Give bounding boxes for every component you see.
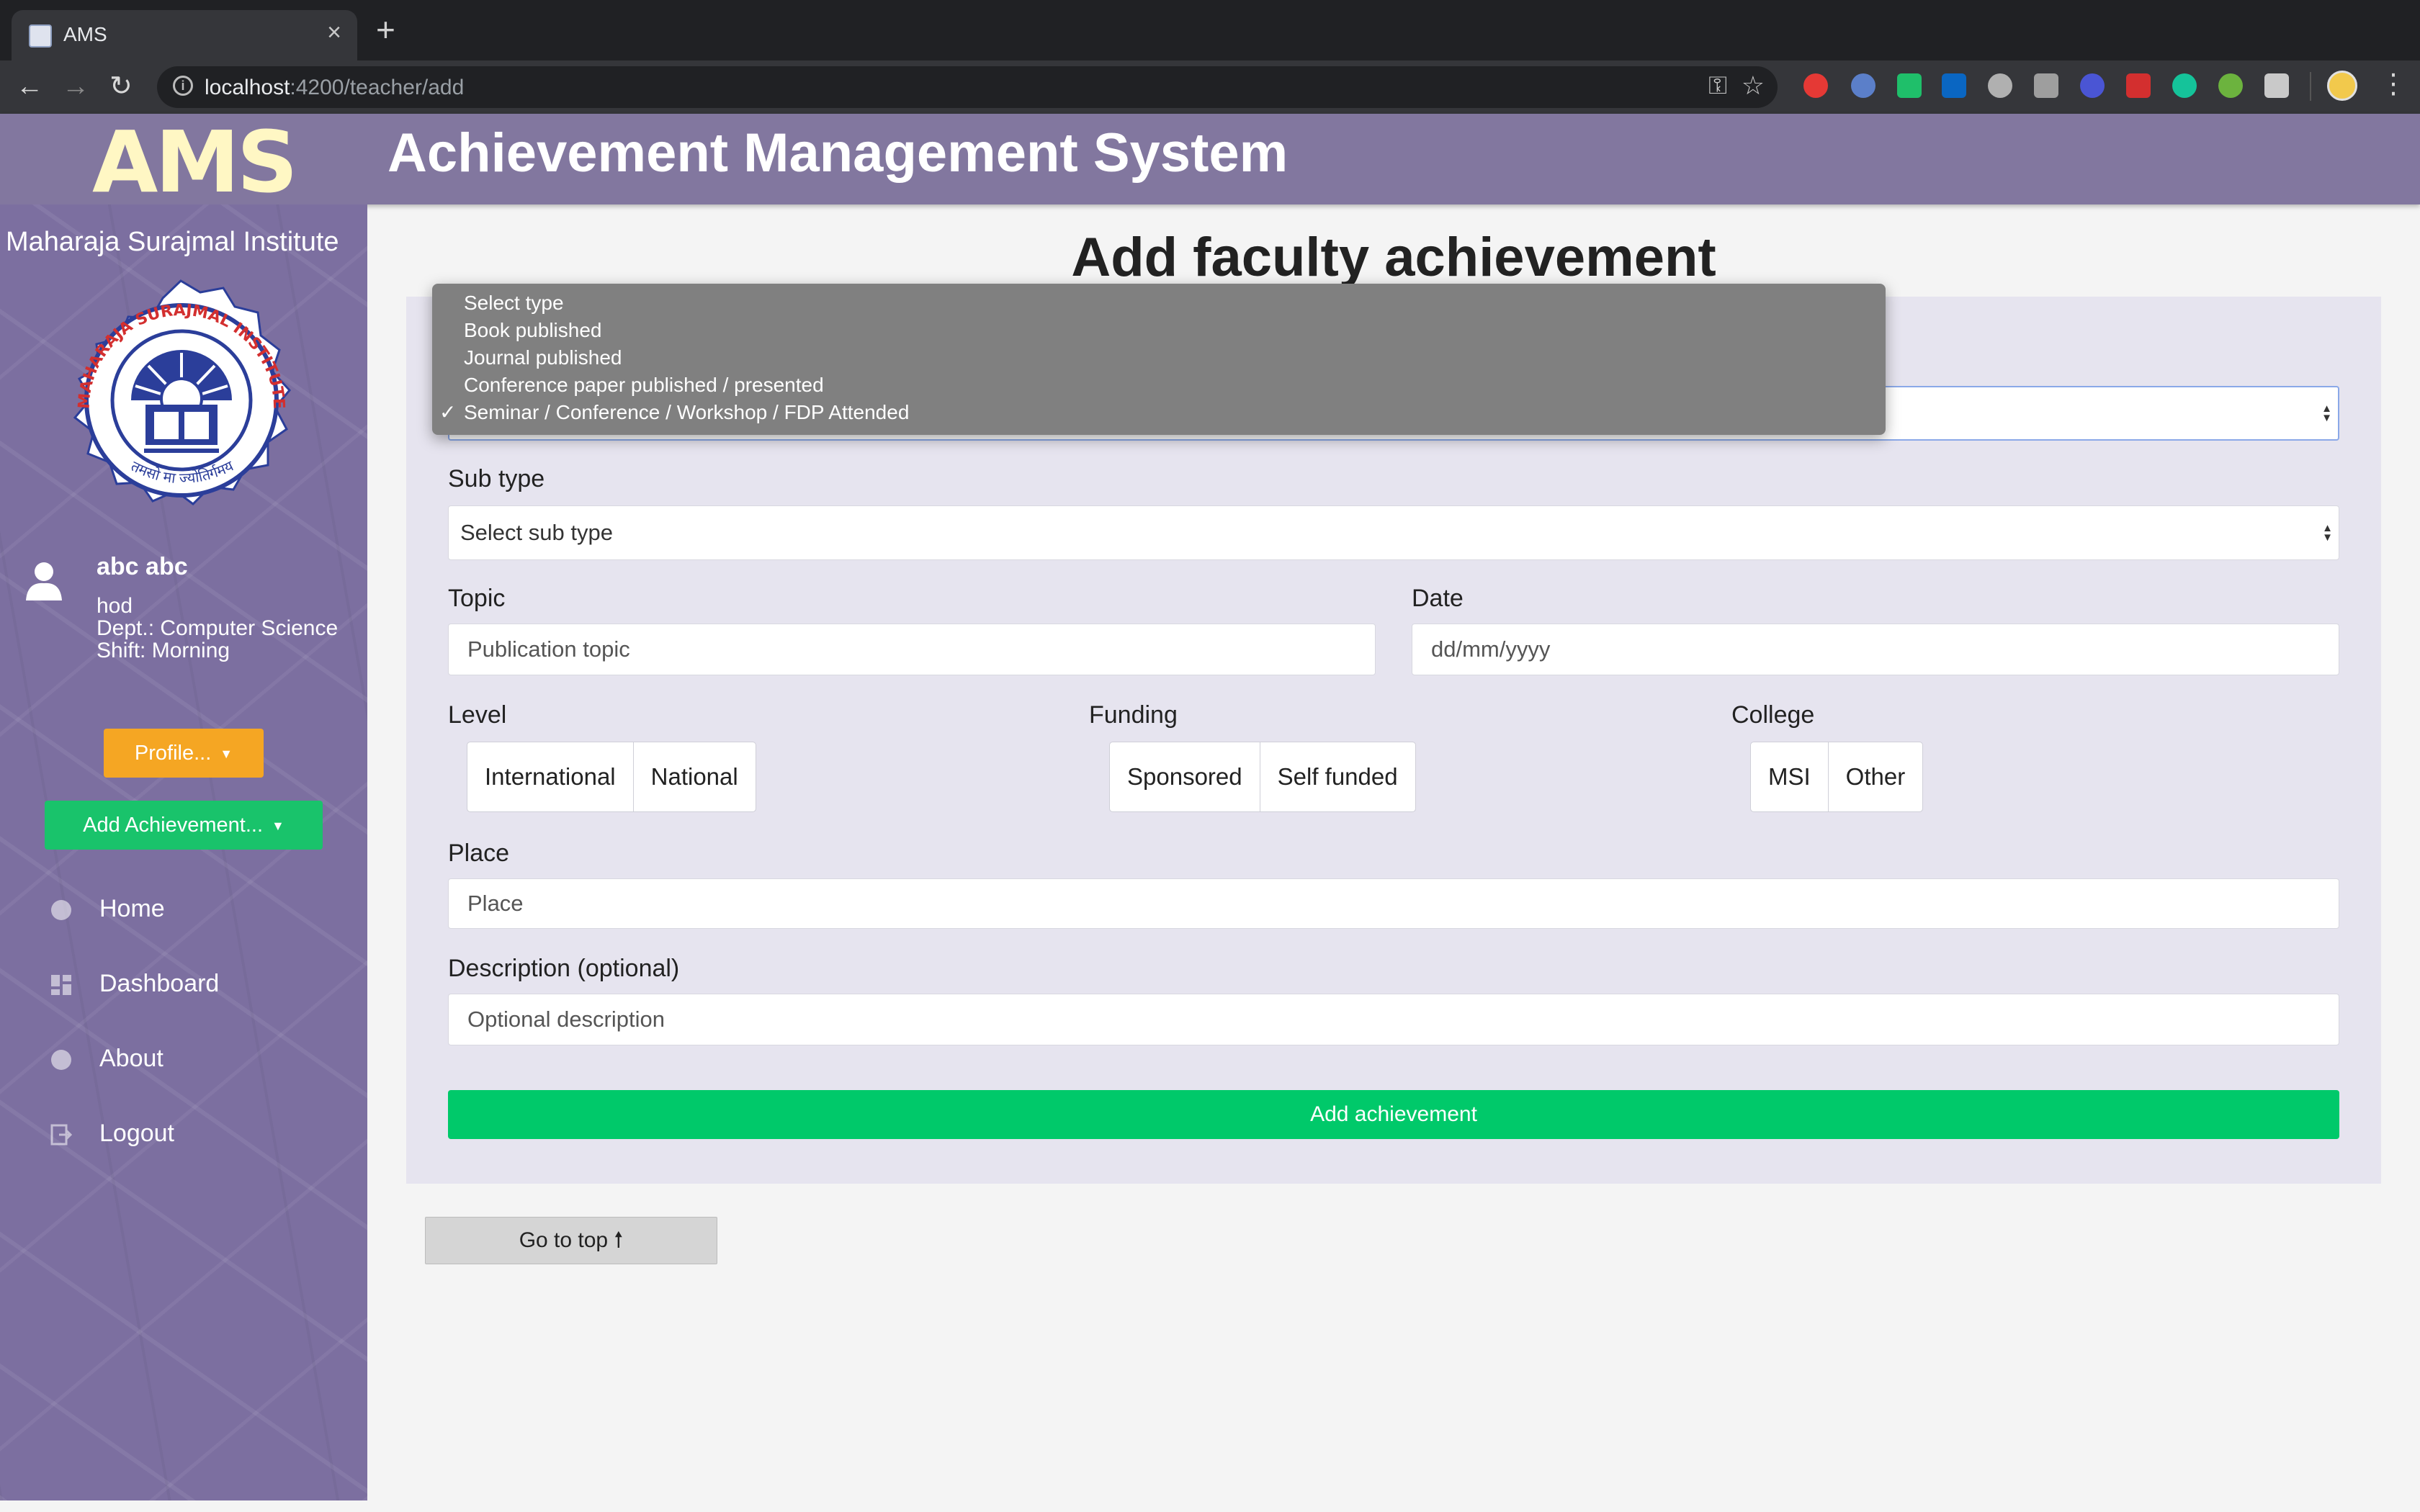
topic-placeholder: Publication topic bbox=[467, 636, 630, 662]
sidebar-item-label: Logout bbox=[99, 1120, 174, 1147]
user-role: hod bbox=[97, 594, 133, 618]
type-option[interactable]: Journal published bbox=[432, 344, 1886, 372]
level-international-option[interactable]: International bbox=[467, 742, 634, 811]
profile-button-label: Profile... bbox=[134, 742, 212, 765]
reload-icon[interactable]: ↻ bbox=[109, 71, 133, 102]
sidebar-item-about[interactable]: About bbox=[50, 1037, 163, 1080]
funding-sponsored-option[interactable]: Sponsored bbox=[1110, 742, 1260, 811]
tab-close-icon[interactable]: × bbox=[327, 19, 341, 47]
sidebar-item-label: Dashboard bbox=[99, 970, 220, 997]
place-input[interactable]: Place bbox=[448, 878, 2339, 929]
back-icon[interactable]: ← bbox=[16, 71, 43, 102]
type-option[interactable]: Book published bbox=[432, 317, 1886, 344]
institute-crest-logo: MAHARAJA SURAJMAL INSTITUTE तमसो मा ज्यो… bbox=[73, 279, 291, 505]
extension-icon[interactable] bbox=[1988, 73, 2012, 98]
extension-icon[interactable] bbox=[2218, 73, 2243, 98]
caret-down-icon: ▼ bbox=[272, 819, 284, 834]
subtype-label: Sub type bbox=[448, 465, 545, 492]
sidebar-item-dashboard[interactable]: Dashboard bbox=[50, 962, 219, 1005]
extension-icon[interactable] bbox=[1851, 73, 1876, 98]
description-label: Description (optional) bbox=[448, 955, 680, 982]
level-label: Level bbox=[448, 701, 507, 729]
sidebar-item-label: About bbox=[99, 1045, 163, 1072]
dashboard-icon bbox=[51, 975, 71, 996]
home-icon bbox=[51, 900, 71, 921]
address-bar[interactable]: i localhost:4200/teacher/add ⚿ ☆ bbox=[157, 66, 1778, 108]
date-input[interactable]: dd/mm/yyyy bbox=[1412, 624, 2339, 675]
browser-tab[interactable]: AMS × bbox=[12, 10, 357, 60]
funding-self-funded-option[interactable]: Self funded bbox=[1260, 742, 1415, 811]
description-placeholder: Optional description bbox=[467, 1007, 665, 1032]
institute-name: Maharaja Surajmal Institute bbox=[6, 227, 339, 257]
extension-icon[interactable] bbox=[2264, 73, 2289, 98]
college-label: College bbox=[1731, 701, 1815, 729]
grammarly-icon[interactable] bbox=[2172, 73, 2197, 98]
profile-avatar-icon[interactable] bbox=[2327, 71, 2357, 101]
college-toggle-group: MSI Other bbox=[1750, 742, 1924, 812]
extension-icon[interactable] bbox=[1803, 73, 1828, 98]
sidebar-item-home[interactable]: Home bbox=[50, 887, 165, 930]
logout-icon bbox=[50, 1124, 72, 1146]
add-achievement-button-label: Add Achievement... bbox=[83, 814, 264, 837]
user-shift: Shift: Morning bbox=[97, 639, 230, 662]
type-option[interactable]: Select type bbox=[432, 289, 1886, 317]
new-tab-icon[interactable]: + bbox=[376, 13, 395, 46]
subtype-select[interactable]: Select sub type ▲ ▼ bbox=[448, 505, 2339, 560]
user-dept: Dept.: Computer Science bbox=[97, 616, 339, 640]
select-arrows-icon: ▲ ▼ bbox=[2322, 522, 2333, 544]
app-title: Achievement Management System bbox=[387, 122, 1289, 184]
type-option[interactable]: Conference paper published / presented bbox=[432, 372, 1886, 399]
select-arrows-icon: ▲ ▼ bbox=[2321, 402, 2332, 424]
profile-dropdown-button[interactable]: Profile... ▼ bbox=[104, 729, 264, 778]
college-msi-option[interactable]: MSI bbox=[1751, 742, 1829, 811]
date-label: Date bbox=[1412, 585, 1464, 612]
info-icon bbox=[51, 1050, 71, 1071]
college-other-option[interactable]: Other bbox=[1829, 742, 1923, 811]
place-placeholder: Place bbox=[467, 891, 524, 916]
toolbar-divider bbox=[2310, 72, 2311, 101]
site-info-icon[interactable]: i bbox=[173, 76, 193, 96]
caret-down-icon: ▼ bbox=[220, 747, 233, 762]
subtype-selected-value: Select sub type bbox=[460, 520, 613, 545]
user-name: abc abc bbox=[97, 553, 188, 580]
add-achievement-submit-button[interactable]: Add achievement bbox=[448, 1090, 2339, 1139]
go-to-top-button[interactable]: Go to top 🠕 bbox=[425, 1217, 717, 1264]
browser-tab-bar: AMS × + bbox=[0, 0, 2420, 60]
forward-icon[interactable]: → bbox=[62, 71, 89, 102]
cors-icon[interactable] bbox=[2126, 73, 2151, 98]
url-text: localhost:4200/teacher/add bbox=[205, 76, 465, 99]
tab-title: AMS bbox=[63, 23, 107, 45]
user-details: hod Dept.: Computer Science Shift: Morni… bbox=[97, 595, 338, 662]
browser-menu-icon[interactable]: ⋮ bbox=[2380, 66, 2407, 102]
sidebar-item-label: Home bbox=[99, 895, 165, 922]
checkmark-icon: ✓ bbox=[439, 401, 457, 423]
place-label: Place bbox=[448, 840, 510, 867]
bookmark-star-icon[interactable]: ☆ bbox=[1742, 71, 1765, 101]
linkedin-icon[interactable] bbox=[1942, 73, 1966, 98]
sidebar-item-logout[interactable]: Logout bbox=[50, 1112, 174, 1155]
date-placeholder: dd/mm/yyyy bbox=[1431, 636, 1551, 662]
topic-label: Topic bbox=[448, 585, 506, 612]
type-option-selected[interactable]: ✓ Seminar / Conference / Workshop / FDP A… bbox=[432, 399, 1886, 426]
key-icon[interactable]: ⚿ bbox=[1708, 72, 1727, 100]
extension-icon[interactable] bbox=[1897, 73, 1922, 98]
description-input[interactable]: Optional description bbox=[448, 994, 2339, 1045]
funding-label: Funding bbox=[1089, 701, 1178, 729]
favicon-icon bbox=[29, 24, 52, 48]
user-icon bbox=[26, 562, 62, 600]
level-national-option[interactable]: National bbox=[634, 742, 756, 811]
add-achievement-dropdown-button[interactable]: Add Achievement... ▼ bbox=[45, 801, 323, 850]
page-title: Add faculty achievement bbox=[1071, 227, 1716, 288]
level-toggle-group: International National bbox=[467, 742, 756, 812]
extension-icon[interactable] bbox=[2080, 73, 2105, 98]
extension-icon[interactable] bbox=[2034, 73, 2058, 98]
topic-input[interactable]: Publication topic bbox=[448, 624, 1376, 675]
funding-toggle-group: Sponsored Self funded bbox=[1109, 742, 1416, 812]
ams-logo[interactable]: AMS bbox=[92, 120, 298, 204]
type-dropdown-menu: Select type Book published Journal publi… bbox=[432, 284, 1886, 435]
